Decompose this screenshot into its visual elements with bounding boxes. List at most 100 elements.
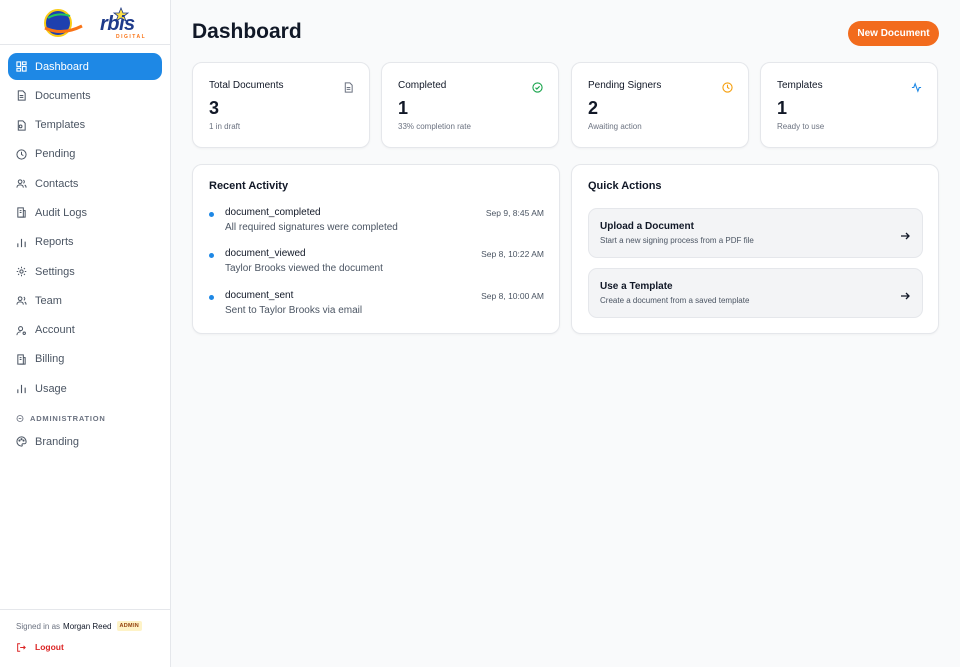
sidebar-item-settings[interactable]: Settings bbox=[8, 258, 162, 285]
quick-actions-panel: Quick Actions Upload a Document Start a … bbox=[571, 164, 939, 334]
stat-card-total-documents[interactable]: Total Documents 3 1 in draft bbox=[192, 62, 370, 148]
document-icon bbox=[16, 90, 27, 101]
stat-subtext: 1 in draft bbox=[209, 122, 241, 131]
sidebar-nav: Dashboard Documents Templates Pending Co… bbox=[8, 53, 162, 458]
sidebar-item-contacts[interactable]: Contacts bbox=[8, 170, 162, 197]
sidebar-item-dashboard[interactable]: Dashboard bbox=[8, 53, 162, 80]
recent-activity-panel: Recent Activity document_completed All r… bbox=[192, 164, 560, 334]
activity-description: Sent to Taylor Brooks via email bbox=[225, 305, 363, 316]
activity-event: document_completed bbox=[225, 207, 321, 218]
gear-icon bbox=[16, 266, 27, 277]
signed-in-info: Signed in as Morgan Reed ADMIN bbox=[16, 621, 143, 631]
sidebar-item-usage[interactable]: Usage bbox=[8, 375, 162, 402]
upload-document-action[interactable]: Upload a Document Start a new signing pr… bbox=[588, 208, 923, 258]
stat-value: 1 bbox=[398, 98, 409, 118]
sidebar-footer: Signed in as Morgan Reed ADMIN Logout bbox=[0, 609, 171, 667]
activity-dot bbox=[209, 212, 214, 217]
check-circle-icon bbox=[532, 80, 543, 93]
sidebar-item-label: Billing bbox=[35, 353, 65, 366]
section-label: ADMINISTRATION bbox=[30, 413, 106, 423]
logo-area: rbis DIGITAL bbox=[0, 0, 170, 45]
sidebar-item-billing[interactable]: Billing bbox=[8, 346, 162, 373]
signed-in-prefix: Signed in as bbox=[16, 621, 61, 631]
sidebar-item-label: Audit Logs bbox=[35, 206, 87, 219]
sidebar-item-label: Contacts bbox=[35, 177, 79, 190]
activity-icon bbox=[911, 80, 922, 93]
action-title: Use a Template bbox=[600, 281, 673, 292]
activity-item: document_completed All required signatur… bbox=[209, 207, 544, 237]
activity-time: Sep 8, 10:22 AM bbox=[481, 249, 544, 259]
sidebar-item-label: Usage bbox=[35, 382, 67, 395]
usage-chart-icon bbox=[16, 383, 27, 394]
sidebar-item-label: Branding bbox=[35, 435, 80, 448]
palette-icon bbox=[16, 436, 27, 447]
brand-logo[interactable]: rbis DIGITAL bbox=[42, 6, 145, 40]
activity-description: Taylor Brooks viewed the document bbox=[225, 263, 383, 274]
stat-subtext: Awaiting action bbox=[588, 122, 642, 131]
users-icon bbox=[16, 178, 27, 189]
clock-icon bbox=[16, 149, 27, 160]
sidebar-item-account[interactable]: Account bbox=[8, 317, 162, 344]
stat-label: Completed bbox=[398, 80, 447, 91]
stat-label: Total Documents bbox=[209, 80, 284, 91]
activity-dot bbox=[209, 295, 214, 300]
sidebar-item-branding[interactable]: Branding bbox=[8, 428, 162, 455]
stat-value: 1 bbox=[777, 98, 788, 118]
stat-label: Pending Signers bbox=[588, 80, 662, 91]
logout-icon bbox=[16, 642, 26, 652]
activity-item: document_viewed Taylor Brooks viewed the… bbox=[209, 248, 544, 278]
stat-card-completed[interactable]: Completed 1 33% completion rate bbox=[381, 62, 559, 148]
account-icon bbox=[16, 325, 27, 336]
brand-sub: DIGITAL bbox=[116, 34, 147, 40]
sidebar-item-audit-logs[interactable]: Audit Logs bbox=[8, 199, 162, 226]
role-badge: ADMIN bbox=[116, 621, 143, 631]
stat-card-pending-signers[interactable]: Pending Signers 2 Awaiting action bbox=[571, 62, 749, 148]
activity-description: All required signatures were completed bbox=[225, 222, 398, 233]
sidebar-item-label: Documents bbox=[35, 89, 91, 102]
stat-subtext: Ready to use bbox=[777, 122, 825, 131]
sidebar-item-documents[interactable]: Documents bbox=[8, 82, 162, 109]
action-description: Start a new signing process from a PDF f… bbox=[600, 236, 754, 245]
dashboard-icon bbox=[16, 61, 27, 72]
new-document-button[interactable]: New Document bbox=[848, 21, 939, 46]
billing-icon bbox=[16, 354, 27, 365]
activity-event: document_sent bbox=[225, 290, 294, 301]
activity-event: document_viewed bbox=[225, 248, 306, 259]
user-name: Morgan Reed bbox=[63, 621, 112, 631]
logout-label: Logout bbox=[35, 642, 64, 652]
sidebar-item-label: Team bbox=[35, 294, 62, 307]
activity-time: Sep 8, 10:00 AM bbox=[481, 291, 544, 301]
arrow-right-icon bbox=[900, 288, 910, 300]
sidebar-item-team[interactable]: Team bbox=[8, 287, 162, 314]
audit-log-icon bbox=[16, 207, 27, 219]
activity-dot bbox=[209, 253, 214, 258]
brand-name: rbis bbox=[100, 13, 135, 35]
bar-chart-icon bbox=[16, 237, 27, 248]
sidebar-item-label: Dashboard bbox=[35, 60, 89, 73]
sidebar-item-label: Pending bbox=[35, 148, 76, 161]
document-icon bbox=[343, 80, 354, 93]
sidebar: rbis DIGITAL Dashboard Documents Templat… bbox=[0, 0, 171, 667]
page-title: Dashboard bbox=[192, 20, 302, 43]
logout-button[interactable]: Logout bbox=[16, 642, 64, 652]
sidebar-item-label: Templates bbox=[35, 119, 86, 132]
panel-title: Quick Actions bbox=[588, 180, 662, 192]
activity-item: document_sent Sent to Taylor Brooks via … bbox=[209, 290, 544, 320]
use-template-action[interactable]: Use a Template Create a document from a … bbox=[588, 268, 923, 318]
panel-title: Recent Activity bbox=[209, 180, 289, 192]
sidebar-item-label: Settings bbox=[35, 265, 75, 278]
stat-subtext: 33% completion rate bbox=[398, 122, 471, 131]
stat-card-templates[interactable]: Templates 1 Ready to use bbox=[760, 62, 938, 148]
stat-value: 3 bbox=[209, 98, 220, 118]
shield-icon bbox=[16, 414, 24, 422]
administration-section-header: ADMINISTRATION bbox=[8, 408, 162, 428]
stat-value: 2 bbox=[588, 98, 599, 118]
sidebar-item-templates[interactable]: Templates bbox=[8, 112, 162, 139]
sidebar-item-label: Account bbox=[35, 324, 75, 337]
sidebar-item-pending[interactable]: Pending bbox=[8, 141, 162, 168]
sidebar-item-reports[interactable]: Reports bbox=[8, 229, 162, 256]
action-title: Upload a Document bbox=[600, 221, 694, 232]
action-description: Create a document from a saved template bbox=[600, 296, 750, 305]
sidebar-item-label: Reports bbox=[35, 236, 74, 249]
team-icon bbox=[16, 295, 27, 306]
